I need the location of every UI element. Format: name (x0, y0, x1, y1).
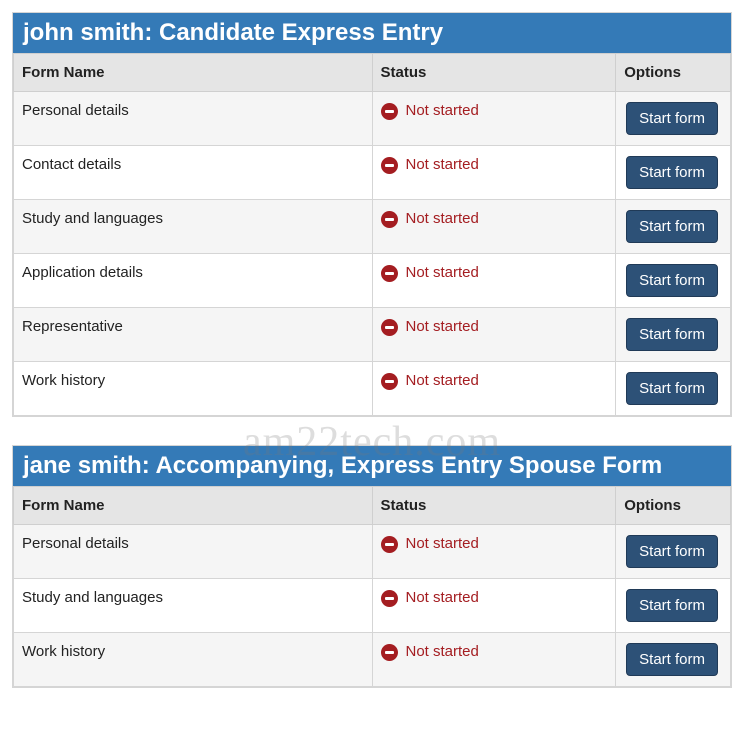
forms-table: Form Name Status Options Personal detail… (13, 53, 731, 416)
form-name-cell: Study and languages (14, 200, 373, 254)
minus-circle-icon (381, 157, 398, 174)
start-form-button[interactable]: Start form (626, 589, 718, 622)
status-text: Not started (406, 643, 479, 660)
status-cell: Not started (372, 525, 616, 579)
table-header-row: Form Name Status Options (14, 487, 731, 525)
status-text: Not started (406, 318, 479, 335)
form-name-cell: Study and languages (14, 579, 373, 633)
table-row: Study and languages Not started Start fo… (14, 200, 731, 254)
start-form-button[interactable]: Start form (626, 210, 718, 243)
minus-circle-icon (381, 265, 398, 282)
start-form-button[interactable]: Start form (626, 643, 718, 676)
status-cell: Not started (372, 146, 616, 200)
start-form-button[interactable]: Start form (626, 156, 718, 189)
form-name-cell: Application details (14, 254, 373, 308)
form-name-cell: Personal details (14, 92, 373, 146)
col-header-options: Options (616, 54, 731, 92)
status-cell: Not started (372, 200, 616, 254)
table-header-row: Form Name Status Options (14, 54, 731, 92)
forms-table: Form Name Status Options Personal detail… (13, 486, 731, 687)
minus-circle-icon (381, 103, 398, 120)
panel-title: john smith: Candidate Express Entry (13, 13, 731, 53)
minus-circle-icon (381, 536, 398, 553)
table-row: Contact details Not started Start form (14, 146, 731, 200)
minus-circle-icon (381, 644, 398, 661)
col-header-options: Options (616, 487, 731, 525)
status-text: Not started (406, 372, 479, 389)
start-form-button[interactable]: Start form (626, 535, 718, 568)
page-container: john smith: Candidate Express Entry Form… (12, 12, 732, 688)
status-cell: Not started (372, 579, 616, 633)
status-cell: Not started (372, 633, 616, 687)
status-text: Not started (406, 102, 479, 119)
form-name-cell: Contact details (14, 146, 373, 200)
table-row: Personal details Not started Start form (14, 92, 731, 146)
form-name-cell: Work history (14, 633, 373, 687)
form-name-cell: Personal details (14, 525, 373, 579)
status-text: Not started (406, 589, 479, 606)
forms-panel: jane smith: Accompanying, Express Entry … (12, 445, 732, 688)
minus-circle-icon (381, 211, 398, 228)
status-cell: Not started (372, 362, 616, 416)
form-name-cell: Work history (14, 362, 373, 416)
status-cell: Not started (372, 308, 616, 362)
status-cell: Not started (372, 254, 616, 308)
table-row: Work history Not started Start form (14, 633, 731, 687)
status-text: Not started (406, 210, 479, 227)
form-name-cell: Representative (14, 308, 373, 362)
status-text: Not started (406, 156, 479, 173)
col-header-form-name: Form Name (14, 487, 373, 525)
start-form-button[interactable]: Start form (626, 102, 718, 135)
status-cell: Not started (372, 92, 616, 146)
col-header-form-name: Form Name (14, 54, 373, 92)
col-header-status: Status (372, 487, 616, 525)
minus-circle-icon (381, 319, 398, 336)
minus-circle-icon (381, 373, 398, 390)
panel-title: jane smith: Accompanying, Express Entry … (13, 446, 731, 486)
col-header-status: Status (372, 54, 616, 92)
forms-panel: john smith: Candidate Express Entry Form… (12, 12, 732, 417)
status-text: Not started (406, 535, 479, 552)
status-text: Not started (406, 264, 479, 281)
minus-circle-icon (381, 590, 398, 607)
table-row: Personal details Not started Start form (14, 525, 731, 579)
table-row: Application details Not started Start fo… (14, 254, 731, 308)
start-form-button[interactable]: Start form (626, 264, 718, 297)
start-form-button[interactable]: Start form (626, 318, 718, 351)
table-row: Work history Not started Start form (14, 362, 731, 416)
start-form-button[interactable]: Start form (626, 372, 718, 405)
table-row: Study and languages Not started Start fo… (14, 579, 731, 633)
table-row: Representative Not started Start form (14, 308, 731, 362)
